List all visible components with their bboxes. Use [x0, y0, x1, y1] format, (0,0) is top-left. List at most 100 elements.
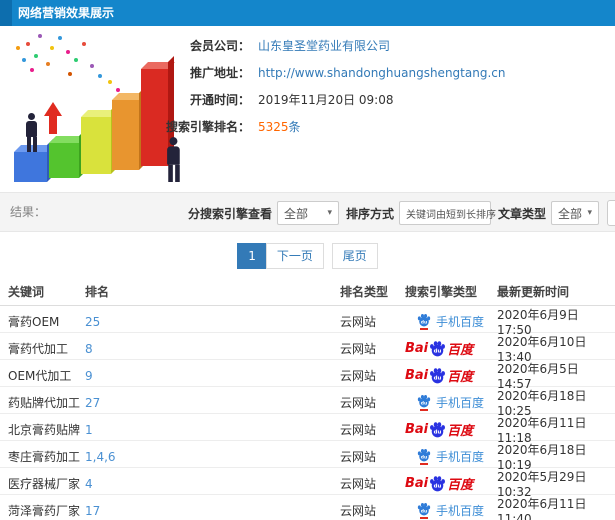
table-row: 药贴牌代加工 27 云网站 du 手机百度 2020年6月18日 10:25 [0, 387, 615, 418]
info-field-value: 5325条 [258, 118, 301, 135]
keyword-cell: 膏药代加工 [8, 342, 69, 356]
rank-link[interactable]: 1 [85, 423, 340, 437]
page-1-button[interactable]: 1 [237, 243, 267, 269]
table-row: 膏药OEM 25 云网站 du 手机百度 2020年6月9日 17:50 [0, 306, 615, 337]
caret-down-icon: ▾ [327, 208, 333, 218]
baidu-logo-icon: Bai du 百度 [405, 368, 474, 385]
rank-type-cell: 云网站 [340, 504, 377, 518]
article-type-select[interactable]: 全部 ▾ [551, 201, 600, 225]
info-field: 会员公司： 山东皇圣堂药业有限公司 [150, 32, 505, 59]
col-header-engine-type: 搜索引擎类型 [405, 285, 478, 299]
next-page-button[interactable]: 下一页 [265, 243, 324, 269]
chart-bar-green [49, 143, 79, 178]
rank-type-cell: 云网站 [340, 369, 377, 383]
filter-bar: 结果： 分搜索引擎查看 全部 ▾ 排序方式 关键词由短到长排序 ▾ 文章类型 全… [0, 192, 615, 232]
ranking-count-unit: 条 [288, 120, 301, 134]
rank-link[interactable]: 1,4,6 [85, 450, 340, 464]
article-type-value: 全部 [558, 206, 583, 221]
page-title: 网络营销效果展示 [18, 6, 115, 20]
table-row: 膏药代加工 8 云网站 Bai du 百度 2020年6月10日 13:40 [0, 333, 615, 364]
rank-link[interactable]: 8 [85, 342, 340, 356]
engine-type-cell: du 手机百度 [405, 448, 497, 466]
keyword-cell: 医疗器械厂家 [8, 477, 81, 491]
businessman-figure [22, 113, 42, 152]
table-row: 菏泽膏药厂家 17 云网站 du 手机百度 2020年6月11日 11:40 [0, 495, 615, 520]
keyword-cell: 膏药OEM [8, 315, 60, 329]
keyword-ranking-table: 关键词 排名 排名类型 搜索引擎类型 最新更新时间 膏药OEM 25 云网站 d… [0, 278, 615, 520]
mobile-baidu-icon: du 手机百度 [417, 394, 485, 412]
engine-type-cell: Bai du 百度 [405, 366, 497, 385]
sort-select[interactable]: 关键词由短到长排序 ▾ [399, 201, 505, 225]
engine-select-value: 全部 [284, 206, 309, 221]
table-row: OEM代加工 9 云网站 Bai du 百度 2020年6月5日 14:57 [0, 360, 615, 391]
info-field-label: 会员公司： [189, 39, 250, 53]
svg-text:du: du [434, 430, 442, 436]
info-field-value[interactable]: 山东皇圣堂药业有限公司 [258, 37, 390, 54]
info-field-value[interactable]: http://www.shandonghuangshengtang.cn [258, 66, 505, 80]
col-header-updated: 最新更新时间 [497, 285, 570, 299]
rank-type-cell: 云网站 [340, 477, 377, 491]
rank-link[interactable]: 17 [85, 504, 340, 518]
rank-type-cell: 云网站 [340, 423, 377, 437]
last-page-button[interactable]: 尾页 [331, 243, 378, 269]
info-field-label: 推广地址： [189, 66, 250, 80]
engine-label: 手机百度 [436, 395, 485, 410]
engine-type-cell: Bai du 百度 [405, 339, 497, 358]
pagination: 1 下一页 尾页 [0, 243, 615, 269]
engine-label: 手机百度 [436, 314, 485, 329]
info-field: 开通时间： 2019年11月20日 09:08 [150, 86, 505, 113]
svg-text:du: du [421, 509, 427, 515]
rank-type-cell: 云网站 [340, 342, 377, 356]
svg-text:du: du [434, 376, 442, 382]
baidu-logo-icon: Bai du 百度 [405, 476, 474, 493]
company-info-panel: 会员公司： 山东皇圣堂药业有限公司 推广地址： http://www.shand… [150, 32, 505, 140]
updated-time-cell: 2020年6月11日 11:40 [497, 497, 587, 520]
rank-link[interactable]: 25 [85, 315, 340, 329]
table-row: 枣庄膏药加工 1,4,6 云网站 du 手机百度 2020年6月18日 10:1… [0, 441, 615, 472]
rank-link[interactable]: 9 [85, 369, 340, 383]
engine-filter-label: 分搜索引擎查看 [188, 206, 273, 221]
ranking-count: 5325 [258, 120, 289, 134]
svg-text:du: du [421, 320, 427, 326]
baidu-logo-icon: Bai du 百度 [405, 422, 474, 439]
engine-select[interactable]: 全部 ▾ [277, 201, 340, 225]
info-field-value: 2019年11月20日 09:08 [258, 93, 394, 107]
chart-bar-orange [112, 100, 139, 170]
table-header-row: 关键词 排名 排名类型 搜索引擎类型 最新更新时间 [0, 278, 615, 306]
rank-link[interactable]: 27 [85, 396, 340, 410]
engine-type-cell: du 手机百度 [405, 313, 497, 331]
col-header-rank: 排名 [85, 285, 110, 299]
caret-down-icon: ▾ [587, 208, 593, 218]
rank-type-cell: 云网站 [340, 315, 377, 329]
keyword-cell: 药贴牌代加工 [8, 396, 81, 410]
app-header: 网络营销效果展示 [0, 0, 615, 26]
header-accent-block [0, 0, 12, 26]
chart-bar-yellow [81, 117, 111, 174]
article-type-label: 文章类型 [498, 206, 547, 221]
baidu-logo-icon: Bai du 百度 [405, 341, 474, 358]
engine-type-cell: du 手机百度 [405, 394, 497, 412]
keyword-cell: 菏泽膏药厂家 [8, 504, 81, 518]
result-label: 结果： [10, 205, 47, 219]
filter-controls: 分搜索引擎查看 全部 ▾ 排序方式 关键词由短到长排序 ▾ 文章类型 全部 ▾ … [188, 200, 615, 226]
confetti-dots [8, 28, 12, 32]
engine-type-cell: Bai du 百度 [405, 474, 497, 493]
engine-label: 手机百度 [436, 503, 485, 518]
mobile-baidu-icon: du 手机百度 [417, 313, 485, 331]
rank-type-cell: 云网站 [340, 450, 377, 464]
growth-arrow-icon [44, 102, 62, 134]
svg-text:du: du [421, 401, 427, 407]
sort-filter-label: 排序方式 [346, 206, 395, 221]
rank-link[interactable]: 4 [85, 477, 340, 491]
engine-type-cell: Bai du 百度 [405, 420, 497, 439]
info-field: 推广地址： http://www.shandonghuangshengtang.… [150, 59, 505, 86]
info-field-label: 开通时间： [189, 93, 250, 107]
mobile-baidu-icon: du 手机百度 [417, 502, 485, 520]
rank-type-cell: 云网站 [340, 396, 377, 410]
info-field: 搜索引擎排名： 5325条 [150, 113, 505, 140]
svg-text:du: du [421, 455, 427, 461]
keyword-cell: 北京膏药贴牌 [8, 423, 81, 437]
engine-type-cell: du 手机百度 [405, 502, 497, 520]
keyword-cell: 枣庄膏药加工 [8, 450, 81, 464]
submit-button[interactable]: 提交 [607, 200, 615, 226]
